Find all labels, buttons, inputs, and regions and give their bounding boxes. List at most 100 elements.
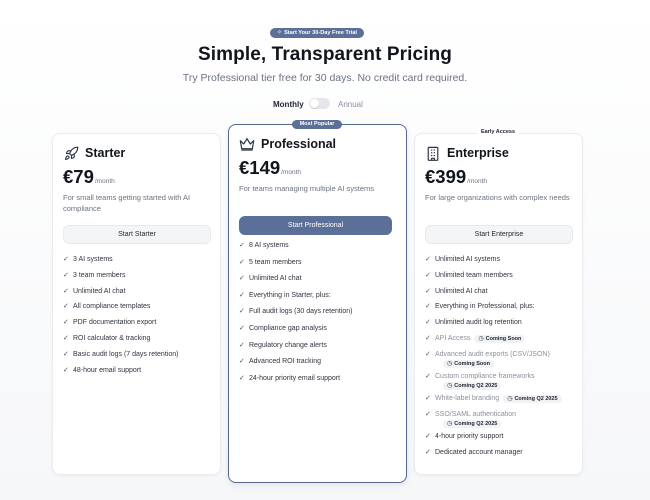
billing-monthly-label[interactable]: Monthly: [273, 100, 304, 109]
plan-price: €399 /month: [425, 166, 487, 188]
check-icon: ✓: [425, 287, 431, 295]
clock-icon: ◷: [507, 395, 513, 402]
feature-text: 48-hour email support: [73, 366, 142, 374]
start-professional-button[interactable]: Start Professional: [239, 216, 392, 235]
toggle-knob: [310, 99, 319, 108]
check-icon: ✓: [63, 366, 69, 374]
check-icon: ✓: [63, 319, 69, 327]
check-icon: ✓: [239, 242, 245, 249]
feature-item: ✓ PDF documentation export: [63, 318, 178, 327]
feature-list: ✓ 3 AI systems ✓ 3 team members ✓ Unlimited A…: [63, 255, 178, 381]
billing-toggle[interactable]: [309, 98, 330, 109]
feature-item: ✓ Unlimited audit log retention: [425, 318, 562, 327]
plan-card-enterprise: Enterprise €399 /month For large organiz…: [414, 133, 583, 475]
feature-item: ✓ Unlimited AI chat: [239, 274, 353, 283]
feature-item: ✓ 4-hour priority support: [425, 432, 562, 441]
feature-text: Unlimited AI chat: [249, 275, 302, 283]
check-icon: ✓: [63, 334, 69, 342]
feature-text: PDF documentation export: [73, 319, 157, 327]
feature-item: ✓ Advanced audit exports (CSV/JSON) ◷ Comin…: [425, 350, 562, 368]
feature-text: Custom compliance frameworks: [435, 372, 535, 380]
feature-text: 3 AI systems: [73, 256, 113, 263]
check-icon: ✓: [425, 350, 431, 358]
plan-card-starter: Starter €79 /month For small teams getti…: [52, 133, 221, 475]
feature-item: ✓ ROI calculator & tracking: [63, 334, 178, 343]
coming-soon-badge: ◷ Coming Q2 2025: [443, 381, 502, 390]
feature-text: Advanced ROI tracking: [249, 358, 321, 366]
feature-text: Full audit logs (30 days retention): [249, 308, 353, 316]
feature-text: Everything in Professional, plus:: [435, 303, 535, 311]
check-icon: ✓: [425, 334, 431, 342]
check-icon: ✓: [239, 341, 245, 349]
feature-item: ✓ 8 AI systems: [239, 241, 353, 250]
feature-text: Unlimited AI chat: [435, 287, 488, 295]
check-icon: ✓: [63, 256, 69, 263]
feature-item: ✓ Unlimited AI chat: [425, 287, 562, 296]
feature-text: API Access: [435, 334, 471, 342]
feature-item: ✓ 3 team members: [63, 271, 178, 280]
rocket-icon: [63, 145, 79, 161]
check-icon: ✓: [63, 271, 69, 279]
feature-text: Unlimited team members: [435, 271, 513, 279]
feature-text: 8 AI systems: [249, 242, 289, 249]
check-icon: ✓: [425, 319, 431, 327]
clock-icon: ◷: [447, 360, 453, 367]
plan-name: Professional: [261, 137, 337, 151]
plan-card-professional: Professional €149 /month For teams manag…: [228, 124, 407, 483]
building-icon: [425, 145, 441, 161]
feature-item: ✓ Dedicated account manager: [425, 448, 562, 457]
feature-item: ✓ Everything in Starter, plus:: [239, 291, 353, 300]
feature-text: Unlimited AI systems: [435, 256, 500, 263]
price-amount: €399: [425, 166, 467, 187]
feature-list: ✓ 8 AI systems ✓ 5 team members ✓ Unlimited A…: [239, 241, 353, 390]
check-icon: ✓: [425, 372, 431, 380]
check-icon: ✓: [239, 275, 245, 283]
page-subtitle: Try Professional tier free for 30 days. …: [182, 72, 468, 84]
plan-name: Starter: [85, 146, 126, 160]
feature-list: ✓ Unlimited AI systems ✓ Unlimited team mem…: [425, 255, 562, 464]
feature-item: ✓ Basic audit logs (7 days retention): [63, 350, 178, 359]
feature-item: ✓ Everything in Professional, plus:: [425, 302, 562, 311]
check-icon: ✓: [425, 410, 431, 418]
check-icon: ✓: [239, 258, 245, 266]
feature-item: ✓ 5 team members: [239, 258, 353, 267]
check-icon: ✓: [425, 394, 431, 402]
feature-item: ✓ Compliance gap analysis: [239, 324, 353, 333]
trial-badge: ✧ Start Your 30-Day Free Trial: [270, 28, 364, 38]
feature-text: Unlimited audit log retention: [435, 319, 522, 327]
feature-text: All compliance templates: [73, 303, 151, 311]
coming-soon-text: Coming Soon: [485, 335, 522, 342]
start-enterprise-button[interactable]: Start Enterprise: [425, 225, 573, 244]
billing-annual-label[interactable]: Annual: [338, 100, 363, 109]
check-icon: ✓: [239, 358, 245, 366]
plan-description: For small teams getting started with AI …: [63, 193, 191, 213]
coming-soon-text: Coming Soon: [454, 360, 490, 367]
check-icon: ✓: [63, 350, 69, 358]
plan-description: For teams managing multiple AI systems: [239, 184, 375, 193]
feature-text: Basic audit logs (7 days retention): [73, 350, 179, 358]
feature-item: ✓ Regulatory change alerts: [239, 341, 353, 350]
feature-item: ✓ Unlimited AI chat: [63, 287, 178, 296]
clock-icon: ◷: [447, 420, 453, 427]
feature-text: SSO/SAML authentication: [435, 410, 517, 418]
crown-icon: [239, 136, 255, 152]
check-icon: ✓: [63, 287, 69, 295]
price-period: /month: [94, 178, 115, 185]
feature-item: ✓ All compliance templates: [63, 302, 178, 311]
plan-description: For large organizations with complex nee…: [425, 193, 570, 202]
check-icon: ✓: [239, 324, 245, 332]
price-amount: €79: [63, 166, 94, 187]
most-popular-badge: Most Popular: [292, 120, 342, 129]
check-icon: ✓: [425, 432, 431, 440]
feature-item: ✓ 3 AI systems: [63, 255, 178, 264]
feature-text: Dedicated account manager: [435, 448, 523, 456]
check-icon: ✓: [425, 271, 431, 279]
feature-item: ✓ Advanced ROI tracking: [239, 357, 353, 366]
coming-soon-text: Coming Q2 2025: [454, 382, 498, 389]
feature-item: ✓ 24-hour priority email support: [239, 374, 353, 383]
plan-price: €79 /month: [63, 166, 115, 188]
start-starter-button[interactable]: Start Starter: [63, 225, 211, 244]
check-icon: ✓: [425, 448, 431, 456]
feature-item: ✓ Custom compliance frameworks ◷ Coming Q2 …: [425, 372, 562, 390]
feature-item: ✓ Unlimited team members: [425, 271, 562, 280]
